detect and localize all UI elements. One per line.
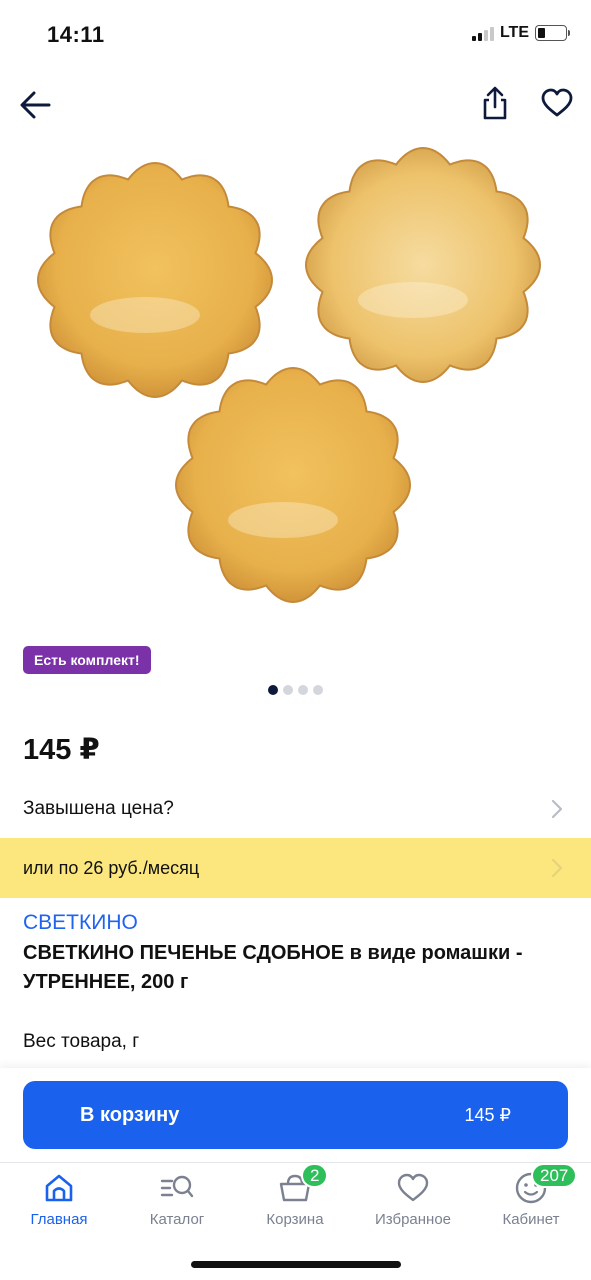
tab-catalog[interactable]: Каталог — [118, 1169, 236, 1228]
chevron-right-icon — [551, 858, 563, 878]
installment-row[interactable]: или по 26 руб./месяц — [0, 838, 591, 898]
product-price: 145 ₽ — [23, 734, 100, 766]
catalog-search-icon — [160, 1175, 194, 1198]
cookie-shape — [36, 161, 274, 399]
kit-badge: Есть комплект! — [23, 646, 151, 674]
sugar-dusting — [90, 297, 200, 333]
cookie-shape — [304, 146, 542, 384]
overprice-link-text: Завышена цена? — [23, 798, 174, 819]
tab-cart-label: Корзина — [266, 1211, 324, 1228]
network-type: LTE — [499, 24, 529, 41]
heart-icon — [541, 88, 573, 117]
add-to-cart-button[interactable]: В корзину 145 ₽ — [23, 1081, 568, 1149]
add-to-cart-price: 145 ₽ — [464, 1104, 512, 1125]
heart-icon — [397, 1173, 429, 1202]
product-title-bold: СВЕТКИНО ПЕЧЕНЬЕ СДОБНОЕ — [23, 942, 345, 964]
arrow-left-icon — [20, 91, 51, 119]
sugar-dusting — [228, 502, 338, 538]
status-time: 14:11 — [47, 22, 105, 47]
cookie-shape — [174, 366, 412, 604]
product-image[interactable] — [20, 140, 571, 610]
tab-favorites[interactable]: Избранное — [354, 1169, 472, 1228]
weight-label: Вес товара, г — [23, 1031, 140, 1052]
cabinet-count-badge: 207 — [531, 1163, 578, 1188]
brand-link[interactable]: СВЕТКИНО — [23, 911, 138, 935]
add-to-cart-label: В корзину — [80, 1103, 180, 1126]
top-nav — [0, 80, 591, 130]
home-icon — [45, 1174, 73, 1202]
gallery-dot[interactable] — [283, 685, 293, 695]
tab-catalog-label: Каталог — [149, 1211, 205, 1228]
tab-cart[interactable]: 2 Корзина — [236, 1163, 354, 1228]
chevron-right-icon — [551, 799, 563, 819]
home-indicator — [191, 1261, 401, 1268]
cart-count-badge: 2 — [301, 1163, 329, 1188]
tab-home-label: Главная — [30, 1211, 88, 1228]
signal-icon — [471, 25, 494, 41]
sugar-dusting — [358, 282, 468, 318]
cookie-flower-image — [36, 146, 542, 604]
gallery-dot[interactable] — [268, 685, 278, 695]
tab-cabinet[interactable]: 207 Кабинет — [472, 1163, 590, 1228]
gallery-dot[interactable] — [298, 685, 308, 695]
status-indicators: LTE — [471, 24, 570, 42]
product-title: СВЕТКИНО ПЕЧЕНЬЕ СДОБНОЕ в виде ромашки … — [23, 939, 571, 997]
tab-cabinet-label: Кабинет — [502, 1211, 560, 1228]
favorite-button[interactable] — [536, 82, 578, 124]
battery-icon — [535, 25, 570, 41]
status-bar: 14:11 LTE — [0, 0, 591, 70]
back-button[interactable] — [14, 84, 56, 126]
tab-home[interactable]: Главная — [0, 1169, 118, 1228]
installment-text: или по 26 руб./месяц — [23, 857, 200, 878]
gallery-dots — [0, 685, 591, 695]
share-icon — [483, 86, 507, 120]
tab-favorites-label: Избранное — [374, 1211, 452, 1228]
overprice-report-row[interactable]: Завышена цена? — [0, 782, 591, 836]
gallery-dot[interactable] — [313, 685, 323, 695]
share-button[interactable] — [476, 82, 514, 124]
